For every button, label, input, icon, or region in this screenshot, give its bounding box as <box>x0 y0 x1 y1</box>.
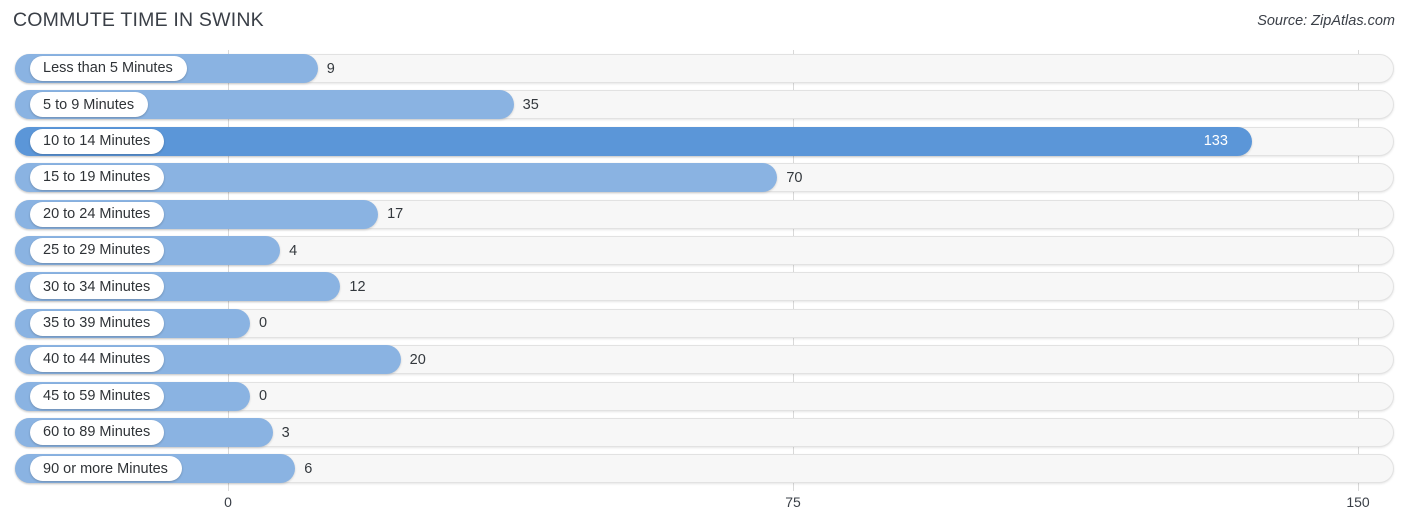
x-axis: 0 75 150 <box>0 491 1406 523</box>
bar-category-label-text: Less than 5 Minutes <box>43 60 173 77</box>
axis-tick-label: 0 <box>224 494 232 510</box>
table-row[interactable]: 15 to 19 Minutes 70 <box>15 163 1394 193</box>
bar-value-label: 6 <box>304 460 313 477</box>
bar-value-label: 0 <box>259 315 268 332</box>
bar-category-label-text: 15 to 19 Minutes <box>43 169 151 186</box>
bar-category-label: 25 to 29 Minutes <box>30 238 165 263</box>
bar-value-label: 70 <box>786 169 803 186</box>
bar-category-label-text: 90 or more Minutes <box>43 460 168 477</box>
bar-category-label-text: 35 to 39 Minutes <box>43 315 151 332</box>
bar-category-label: 20 to 24 Minutes <box>30 201 165 227</box>
bar-category-label-text: 45 to 59 Minutes <box>43 387 151 404</box>
bar-value-label: 9 <box>326 60 335 77</box>
bar-category-label: 15 to 19 Minutes <box>30 165 165 191</box>
table-row[interactable]: 30 to 34 Minutes 12 <box>15 272 1394 302</box>
table-row[interactable]: 90 or more Minutes 6 <box>15 454 1394 484</box>
bar-value-label: 35 <box>522 96 539 113</box>
bar-value-label: 4 <box>289 242 298 259</box>
table-row[interactable]: 25 to 29 Minutes 4 <box>15 236 1394 265</box>
bar-category-label: 45 to 59 Minutes <box>30 383 165 409</box>
table-row[interactable]: 40 to 44 Minutes 20 <box>15 345 1394 375</box>
bar-category-label: 5 to 9 Minutes <box>30 92 149 118</box>
bar-value-label: 12 <box>349 278 366 295</box>
table-row[interactable]: 60 to 89 Minutes 3 <box>15 418 1394 447</box>
bar-category-label-text: 20 to 24 Minutes <box>43 205 151 222</box>
bar-category-label-text: 5 to 9 Minutes <box>43 96 135 113</box>
axis-tick-label: 150 <box>1346 494 1370 510</box>
bar-value-label: 3 <box>281 424 290 441</box>
bar-category-label: Less than 5 Minutes <box>30 56 187 81</box>
bar-category-label: 60 to 89 Minutes <box>30 420 165 445</box>
bar-category-label: 35 to 39 Minutes <box>30 310 165 336</box>
table-row[interactable]: 45 to 59 Minutes 0 <box>15 381 1394 411</box>
table-row[interactable]: 35 to 39 Minutes 0 <box>15 308 1394 338</box>
bar-value-label: 17 <box>387 206 404 223</box>
bar-category-label-text: 25 to 29 Minutes <box>43 242 151 259</box>
bar-category-label-text: 30 to 34 Minutes <box>43 278 151 295</box>
table-row[interactable]: 20 to 24 Minutes 17 <box>15 199 1394 229</box>
table-row[interactable]: 5 to 9 Minutes 35 <box>15 90 1394 120</box>
bar-category-label: 40 to 44 Minutes <box>30 347 165 373</box>
bar-value-label: 0 <box>259 388 268 405</box>
bar-category-label: 30 to 34 Minutes <box>30 274 165 300</box>
bar-category-label: 90 or more Minutes <box>30 456 182 482</box>
axis-tick-label: 75 <box>785 494 801 510</box>
table-row[interactable]: Less than 5 Minutes 9 <box>15 54 1394 83</box>
bar-value-label: 133 <box>1203 133 1228 150</box>
source-attribution: Source: ZipAtlas.com <box>1257 13 1395 29</box>
bar-category-label-text: 60 to 89 Minutes <box>43 424 151 441</box>
bar-value-label: 20 <box>409 351 426 368</box>
bar-category-label-text: 40 to 44 Minutes <box>43 351 151 368</box>
table-row[interactable]: 10 to 14 Minutes 133 <box>15 126 1394 156</box>
page-title: COMMUTE TIME IN SWINK <box>13 9 264 31</box>
plot-area: Less than 5 Minutes 9 5 to 9 Minutes 35 10 t… <box>0 50 1406 491</box>
chart-container: COMMUTE TIME IN SWINK Source: ZipAtlas.c… <box>0 0 1406 523</box>
